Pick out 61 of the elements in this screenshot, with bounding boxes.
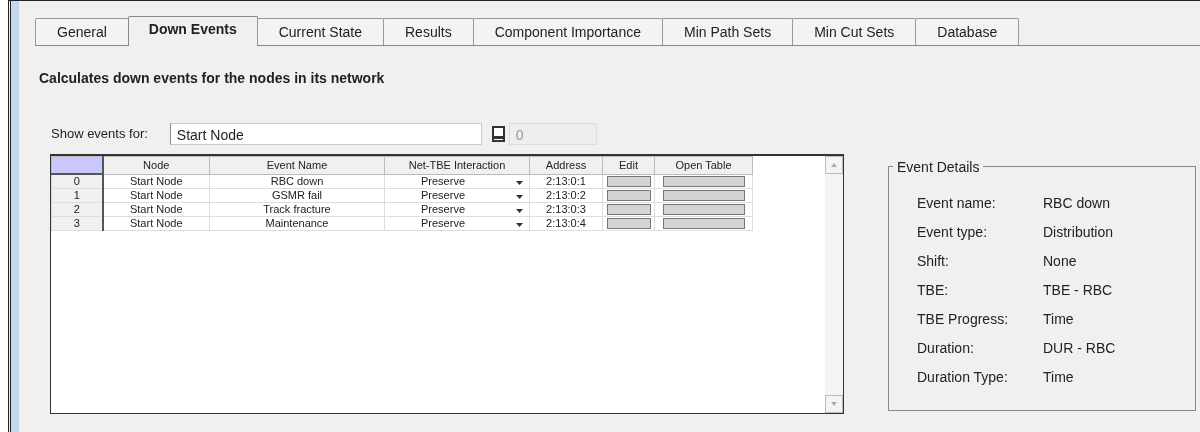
tab[interactable]: General — [35, 18, 129, 45]
table-cell: 2:13:0:1 — [529, 174, 603, 189]
detail-value: Distribution — [1043, 223, 1114, 242]
corner-cell[interactable] — [51, 156, 103, 174]
count-field: 0 — [508, 123, 597, 145]
edit-button[interactable] — [606, 218, 651, 229]
table-cell: Start Node — [102, 202, 210, 217]
detail-label: Duration: — [917, 339, 975, 358]
detail-value: Time — [1043, 310, 1074, 329]
detail-value: Time — [1043, 368, 1074, 387]
table-cell: GSMR fail — [209, 188, 385, 203]
column-header[interactable]: Address — [529, 156, 603, 174]
open-table-button[interactable] — [662, 204, 745, 215]
dropdown-arrow-icon — [516, 223, 523, 227]
detail-value: RBC down — [1043, 194, 1110, 213]
column-header[interactable]: Net-TBE Interaction — [384, 156, 530, 174]
table-cell: Start Node — [102, 188, 210, 203]
open-table-button[interactable] — [662, 175, 745, 187]
detail-value: TBE - RBC — [1043, 281, 1113, 300]
table-cell: Start Node — [102, 216, 210, 231]
table-cell: 2:13:0:2 — [529, 188, 603, 203]
column-header[interactable]: Event Name — [209, 156, 385, 174]
dropdown-arrow-icon — [516, 195, 523, 199]
dropdown-cell[interactable]: Preserve — [384, 174, 530, 189]
dropdown-cell[interactable]: Preserve — [384, 202, 530, 217]
field-label: Show events for: — [51, 125, 148, 144]
dropdown-arrow-icon — [516, 209, 523, 213]
tab[interactable]: Current State — [256, 18, 384, 45]
edit-button[interactable] — [606, 190, 651, 201]
table-cell: Start Node — [102, 174, 210, 189]
description: Calculates down events for the nodes in its network — [39, 69, 386, 88]
column-header[interactable]: Node — [102, 156, 210, 174]
open-table-button[interactable] — [662, 190, 745, 201]
detail-label: TBE: — [917, 281, 950, 300]
detail-label: Event type: — [917, 223, 989, 242]
node-select-field[interactable]: Start Node — [169, 123, 482, 145]
dropdown-button[interactable] — [491, 126, 505, 142]
detail-value: DUR - RBC — [1043, 339, 1116, 358]
dropdown-cell[interactable]: Preserve — [384, 188, 530, 203]
tab[interactable]: Database — [915, 18, 1020, 45]
up-arrow-icon — [831, 163, 837, 167]
table-cell: Maintenance — [209, 216, 385, 231]
edit-button[interactable] — [606, 204, 651, 215]
dash-icon — [493, 136, 503, 139]
table-cell: RBC down — [209, 174, 385, 189]
column-header[interactable]: Open Table — [654, 156, 753, 174]
detail-value: None — [1043, 252, 1077, 271]
open-table-button[interactable] — [662, 218, 745, 229]
detail-label: TBE Progress: — [917, 310, 1010, 329]
detail-label: Shift: — [917, 252, 950, 271]
dropdown-arrow-icon — [516, 180, 523, 185]
table-cell: 2:13:0:3 — [529, 202, 603, 217]
table-cell: 2:13:0:4 — [529, 216, 603, 231]
detail-label: Event name: — [917, 194, 997, 213]
down-arrow-icon — [831, 402, 837, 406]
dropdown-cell[interactable]: Preserve — [384, 216, 530, 231]
edit-button[interactable] — [606, 175, 651, 187]
table-cell: Track fracture — [209, 202, 385, 217]
column-header[interactable]: Edit — [602, 156, 655, 174]
tab[interactable]: Down Events — [127, 16, 258, 46]
detail-label: Duration Type: — [917, 368, 1009, 387]
